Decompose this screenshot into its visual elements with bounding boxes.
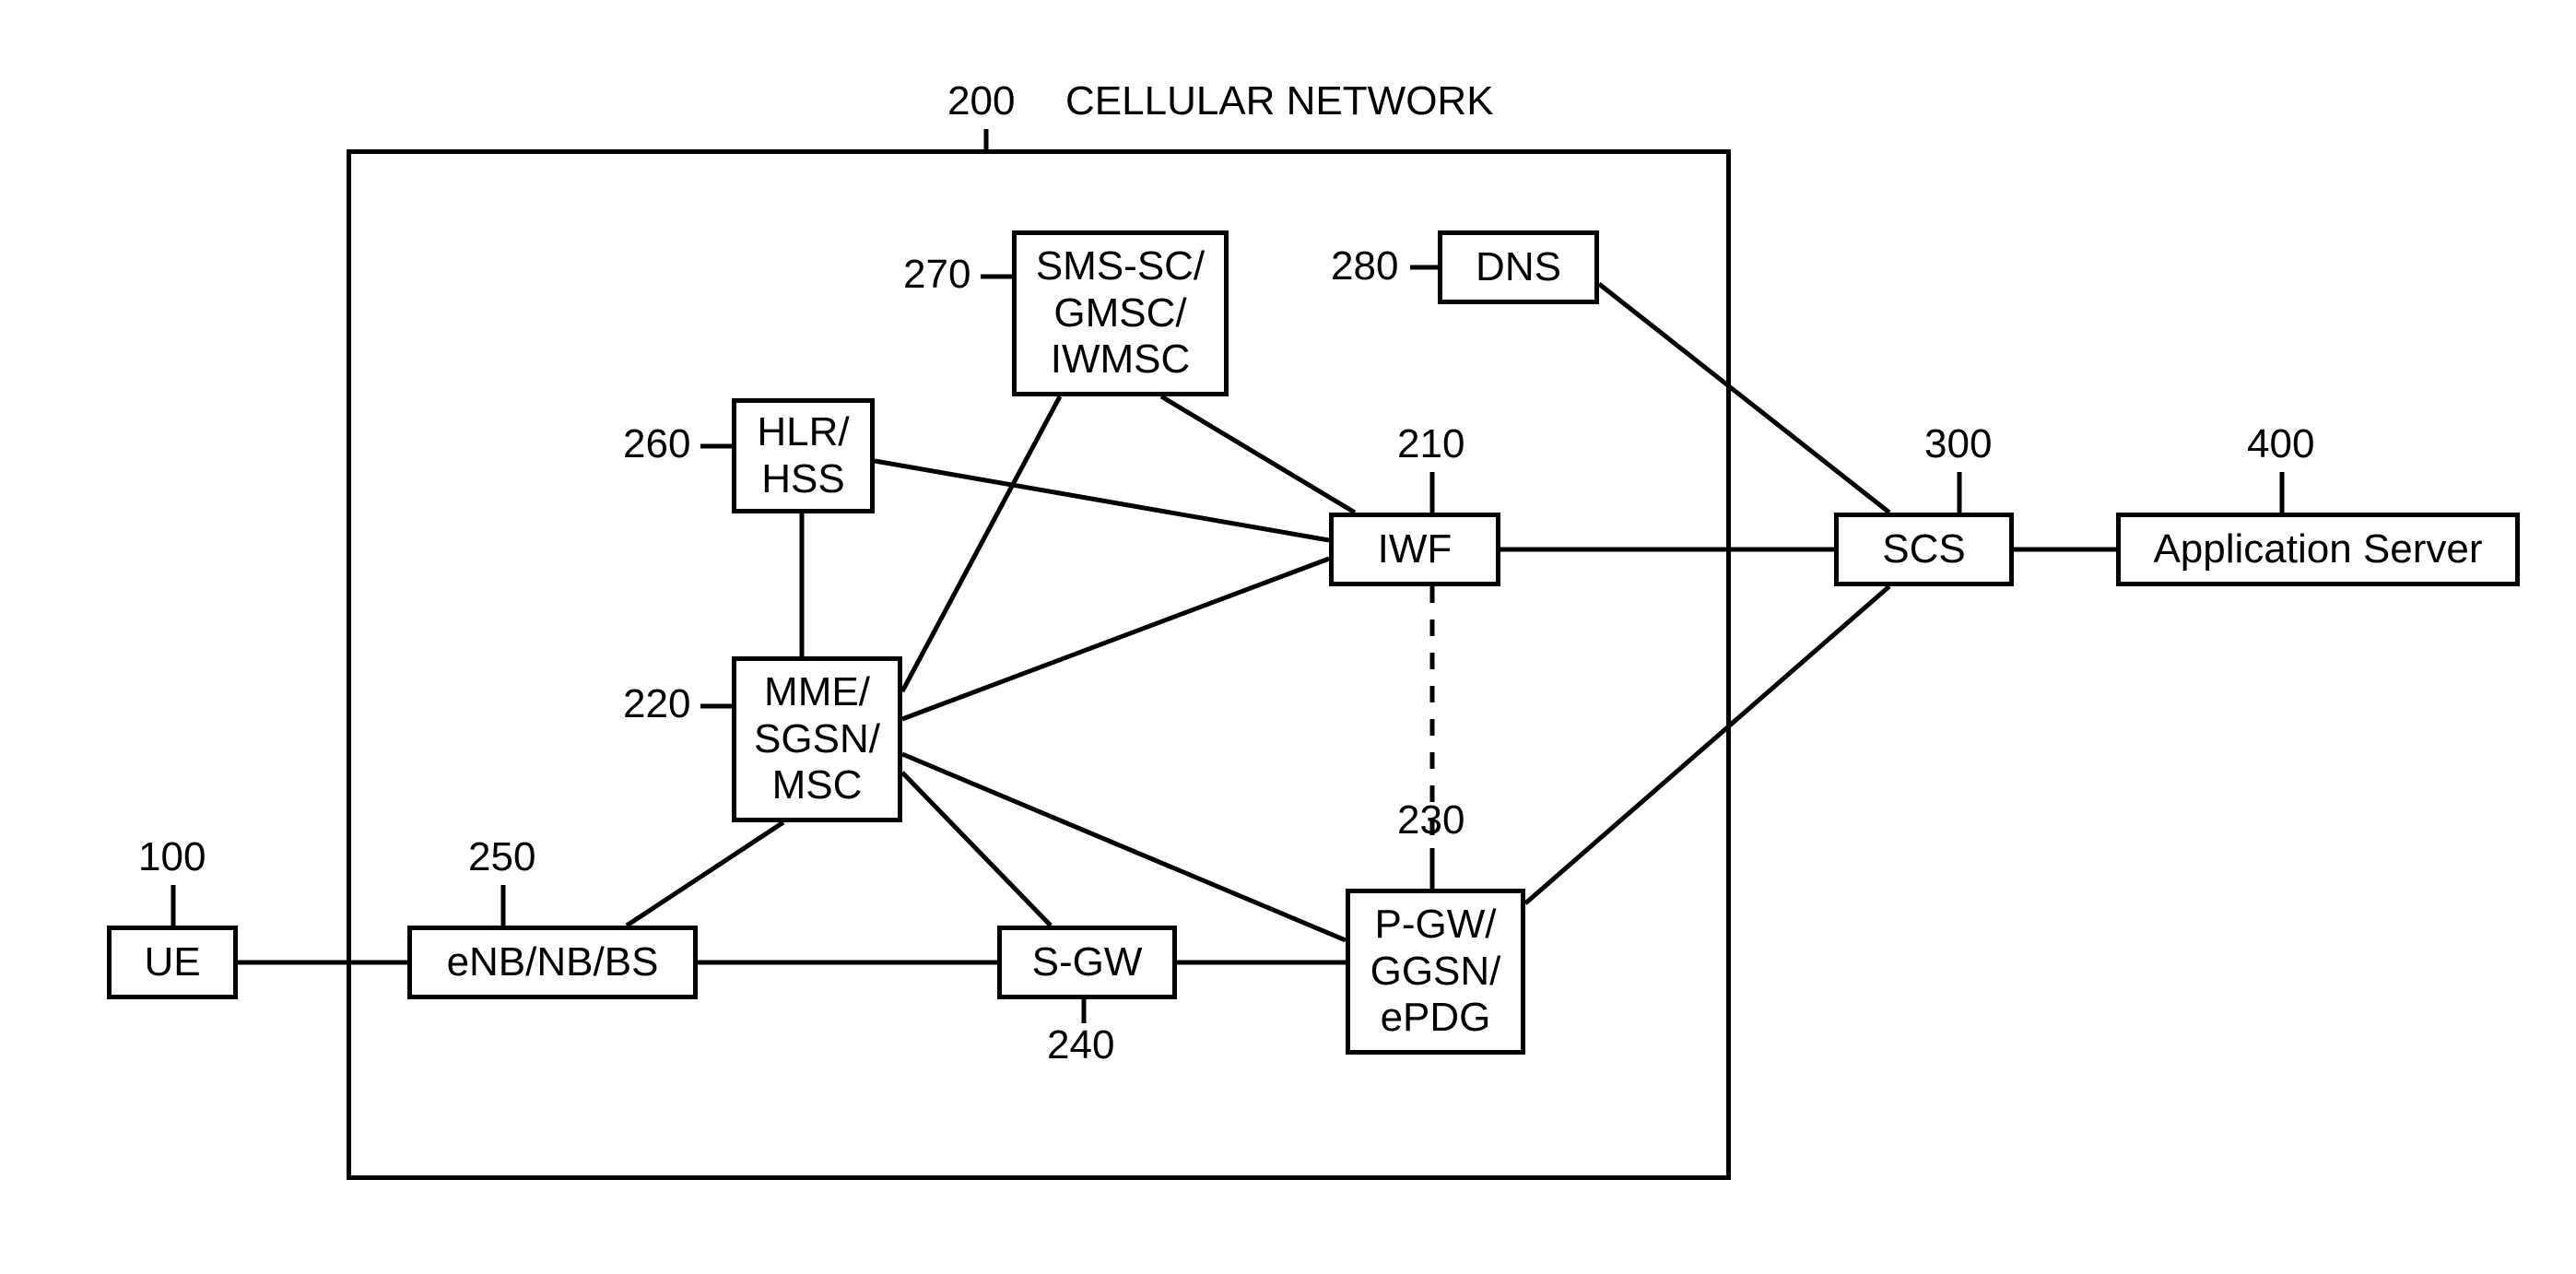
ue-box: UE [107, 926, 238, 999]
sms-box: SMS-SC/ GMSC/ IWMSC [1012, 230, 1229, 396]
scs-ref: 300 [1924, 422, 1992, 466]
hlr-box: HLR/ HSS [732, 398, 875, 513]
dns-box: DNS [1438, 230, 1599, 304]
iwf-ref: 210 [1397, 422, 1464, 466]
scs-box: SCS [1834, 513, 2014, 586]
hlr-label: HLR/ HSS [757, 409, 849, 502]
title-text: CELLULAR NETWORK [1065, 79, 1494, 124]
pgw-label: P-GW/ GGSN/ ePDG [1370, 902, 1501, 1042]
enb-box: eNB/NB/BS [407, 926, 698, 999]
dns-label: DNS [1476, 244, 1561, 291]
title-ref: 200 [947, 79, 1015, 124]
pgw-box: P-GW/ GGSN/ ePDG [1346, 889, 1525, 1055]
sgw-label: S-GW [1032, 939, 1143, 986]
hlr-ref: 260 [623, 422, 690, 466]
scs-label: SCS [1882, 526, 1965, 573]
dns-ref: 280 [1331, 244, 1398, 289]
enb-label: eNB/NB/BS [447, 939, 659, 986]
mme-label: MME/ SGSN/ MSC [754, 669, 880, 809]
app-label: Application Server [2153, 526, 2482, 573]
sgw-ref: 240 [1047, 1023, 1114, 1068]
app-ref: 400 [2247, 422, 2314, 466]
ue-label: UE [144, 939, 200, 986]
enb-ref: 250 [468, 835, 535, 879]
sms-ref: 270 [903, 253, 970, 297]
mme-ref: 220 [623, 682, 690, 726]
sms-label: SMS-SC/ GMSC/ IWMSC [1036, 243, 1205, 383]
iwf-label: IWF [1378, 526, 1453, 573]
pgw-ref: 230 [1397, 798, 1464, 843]
app-box: Application Server [2116, 513, 2520, 586]
sgw-box: S-GW [997, 926, 1177, 999]
iwf-box: IWF [1329, 513, 1500, 586]
mme-box: MME/ SGSN/ MSC [732, 656, 902, 822]
ue-ref: 100 [138, 835, 206, 879]
